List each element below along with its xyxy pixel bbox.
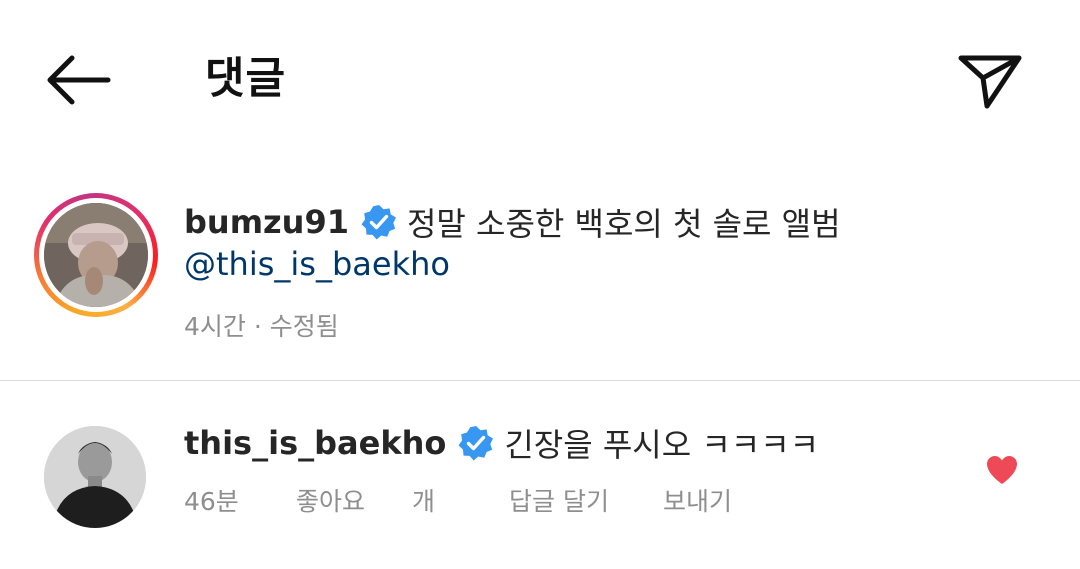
profile-photo-icon bbox=[44, 426, 146, 528]
caption-username[interactable]: bumzu91 bbox=[184, 203, 349, 241]
comment-username[interactable]: this_is_baekho bbox=[184, 424, 446, 462]
comment-text: 긴장을 푸시오 ㅋㅋㅋㅋ bbox=[504, 426, 820, 464]
paper-plane-icon bbox=[958, 55, 1022, 109]
comment-meta: 46분 좋아요 개 답글 달기 보내기 bbox=[184, 482, 732, 518]
comment-row: this_is_baekho 긴장을 푸시오 ㅋㅋㅋㅋ 46분 좋아요 개 답글… bbox=[0, 400, 1080, 550]
caption-row: bumzu91 정말 소중한 백호의 첫 솔로 앨범 @this_is_baek… bbox=[0, 185, 1080, 365]
verified-badge-icon bbox=[458, 426, 494, 461]
back-button[interactable] bbox=[40, 48, 116, 112]
caption-text: 정말 소중한 백호의 첫 솔로 앨범 bbox=[406, 205, 841, 243]
page-title: 댓글 bbox=[205, 54, 287, 104]
header-bar: 댓글 bbox=[0, 0, 1080, 160]
share-button[interactable] bbox=[950, 44, 1030, 116]
reply-button[interactable]: 답글 달기 bbox=[509, 482, 663, 518]
avatar[interactable] bbox=[44, 426, 146, 528]
likes-label: 좋아요 bbox=[296, 487, 366, 516]
profile-photo-icon bbox=[44, 203, 148, 307]
verified-badge-icon bbox=[361, 205, 396, 240]
comment-time: 46분 bbox=[184, 487, 239, 516]
arrow-left-icon bbox=[47, 55, 111, 105]
likes-button[interactable]: 좋아요 bbox=[296, 482, 416, 518]
like-button[interactable] bbox=[982, 450, 1022, 490]
mention-link[interactable]: @this_is_baekho bbox=[184, 245, 450, 283]
send-button[interactable]: 보내기 bbox=[663, 482, 732, 518]
caption-meta: 4시간 · 수정됨 bbox=[184, 312, 339, 341]
likes-count-label: 개 bbox=[412, 487, 436, 516]
heart-filled-icon bbox=[987, 456, 1017, 484]
avatar[interactable] bbox=[44, 203, 148, 307]
story-ring[interactable] bbox=[34, 193, 158, 317]
divider bbox=[0, 380, 1080, 381]
